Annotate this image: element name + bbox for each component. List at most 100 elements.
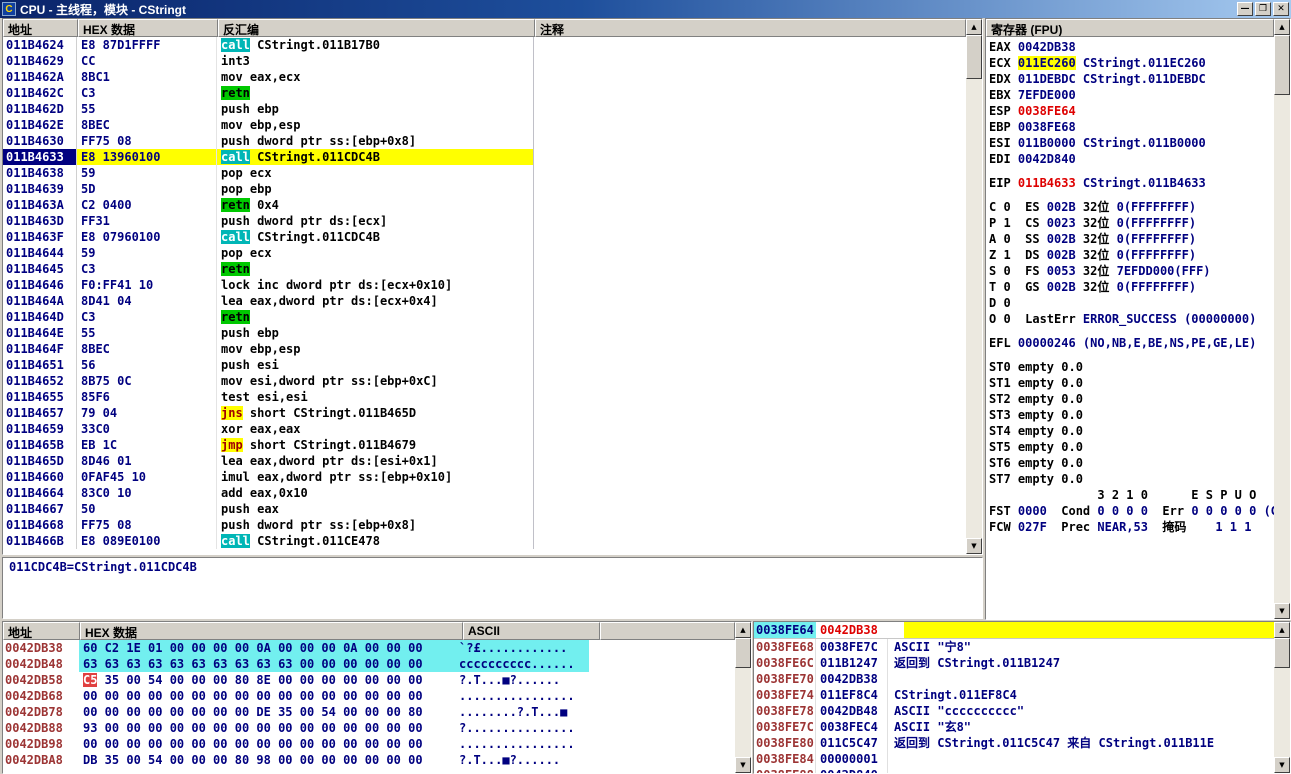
register-line[interactable]: ST6 empty 0.0 — [989, 455, 1274, 471]
disasm-row[interactable]: 011B4668 FF75 08 push dword ptr ss:[ebp+0x… — [3, 517, 966, 533]
dump-row[interactable]: 0042DB98 00 00 00 00 00 00 00 00 00 00 00… — [3, 736, 735, 752]
disasm-row[interactable]: 011B463A C2 0400 retn 0x4 — [3, 197, 966, 213]
scroll-down-icon[interactable]: ▼ — [966, 538, 982, 554]
stack-row[interactable]: 0038FE7C 0038FEC4 ASCII "玄8" — [754, 719, 1274, 735]
scroll-down-icon[interactable]: ▼ — [1274, 603, 1290, 619]
dump-ascii-column-header[interactable]: ASCII — [463, 622, 600, 640]
register-line[interactable]: ST2 empty 0.0 — [989, 391, 1274, 407]
register-line[interactable]: ESI 011B0000 CStringt.011B0000 — [989, 135, 1274, 151]
disassembly-column-header[interactable]: 反汇编 — [218, 19, 535, 37]
register-line[interactable]: ESP 0038FE64 — [989, 103, 1274, 119]
stack-row[interactable]: 0038FE74 011EF8C4 CStringt.011EF8C4 — [754, 687, 1274, 703]
disasm-row[interactable]: 011B4660 0FAF45 10 imul eax,dword ptr ss:[… — [3, 469, 966, 485]
address-column-header[interactable]: 地址 — [3, 19, 78, 37]
disasm-row[interactable]: 011B4659 33C0 xor eax,eax — [3, 421, 966, 437]
disasm-row[interactable]: 011B464E 55 push ebp — [3, 325, 966, 341]
disasm-row[interactable]: 011B4664 83C0 10 add eax,0x10 — [3, 485, 966, 501]
scrollbar-thumb[interactable] — [1274, 638, 1290, 668]
dump-row[interactable]: 0042DBA8 DB 35 00 54 00 00 00 80 98 00 00… — [3, 752, 735, 768]
disasm-row[interactable]: 011B465D 8D46 01 lea eax,dword ptr ds:[esi… — [3, 453, 966, 469]
register-line[interactable]: EDI 0042D840 — [989, 151, 1274, 167]
disasm-row[interactable]: 011B4638 59 pop ecx — [3, 165, 966, 181]
title-bar[interactable]: C CPU - 主线程，模块 - CStringt — ❐ ✕ — [0, 0, 1291, 18]
register-line[interactable]: ST5 empty 0.0 — [989, 439, 1274, 455]
stack-row[interactable]: 0038FE80 011C5C47 返回到 CStringt.011C5C47 来自… — [754, 735, 1274, 751]
register-line[interactable]: T 0 GS 002B 32位 0(FFFFFFFF) — [989, 279, 1274, 295]
minimize-button[interactable]: — — [1237, 2, 1253, 16]
register-line[interactable]: S 0 FS 0053 32位 7EFDD000(FFF) — [989, 263, 1274, 279]
disasm-row[interactable]: 011B462A 8BC1 mov eax,ecx — [3, 69, 966, 85]
disasm-row[interactable]: 011B4646 F0:FF41 10 lock inc dword ptr ds:… — [3, 277, 966, 293]
scroll-down-icon[interactable]: ▼ — [1274, 757, 1290, 773]
disasm-row[interactable]: 011B4630 FF75 08 push dword ptr ss:[ebp+0x… — [3, 133, 966, 149]
register-line[interactable]: FST 0000 Cond 0 0 0 0 Err 0 0 0 0 0 (GT) — [989, 503, 1274, 519]
dump-row[interactable]: 0042DB88 93 00 00 00 00 00 00 00 00 00 00… — [3, 720, 735, 736]
disasm-row[interactable]: 011B4624 E8 87D1FFFF call CStringt.011B17B… — [3, 37, 966, 53]
dump-row[interactable]: 0042DB48 63 63 63 63 63 63 63 63 63 63 00… — [3, 656, 735, 672]
close-button[interactable]: ✕ — [1273, 2, 1289, 16]
hex-column-header[interactable]: HEX 数据 — [78, 19, 218, 37]
disasm-row[interactable]: 011B464D C3 retn — [3, 309, 966, 325]
dump-row[interactable]: 0042DB58 C5 35 00 54 00 00 00 80 8E 00 00… — [3, 672, 735, 688]
dump-scrollbar[interactable]: ▲ ▼ — [735, 622, 751, 773]
scroll-up-icon[interactable]: ▲ — [1274, 19, 1290, 35]
disasm-row[interactable]: 011B4644 59 pop ecx — [3, 245, 966, 261]
register-line[interactable]: ST4 empty 0.0 — [989, 423, 1274, 439]
disasm-row[interactable]: 011B464F 8BEC mov ebp,esp — [3, 341, 966, 357]
disasm-row[interactable]: 011B462E 8BEC mov ebp,esp — [3, 117, 966, 133]
comment-column-header[interactable]: 注释 — [535, 19, 966, 37]
disasm-row[interactable]: 011B4657 79 04 jns short CStringt.011B465D — [3, 405, 966, 421]
dump-address-column-header[interactable]: 地址 — [3, 622, 80, 640]
register-line[interactable]: Z 1 DS 002B 32位 0(FFFFFFFF) — [989, 247, 1274, 263]
register-line[interactable]: ST3 empty 0.0 — [989, 407, 1274, 423]
register-line[interactable]: O 0 LastErr ERROR_SUCCESS (00000000) — [989, 311, 1274, 327]
stack-top-row[interactable]: 0038FE64 0042DB38 — [754, 622, 1274, 639]
disasm-row[interactable]: 011B4652 8B75 0C mov esi,dword ptr ss:[ebp… — [3, 373, 966, 389]
register-line[interactable]: EIP 011B4633 CStringt.011B4633 — [989, 175, 1274, 191]
register-line[interactable]: EAX 0042DB38 — [989, 39, 1274, 55]
scroll-down-icon[interactable]: ▼ — [735, 757, 751, 773]
disasm-row[interactable]: 011B463F E8 07960100 call CStringt.011CDC4… — [3, 229, 966, 245]
register-line[interactable]: A 0 SS 002B 32位 0(FFFFFFFF) — [989, 231, 1274, 247]
disasm-row[interactable]: 011B466B E8 089E0100 call CStringt.011CE47… — [3, 533, 966, 549]
stack-scrollbar[interactable]: ▲ ▼ — [1274, 622, 1290, 773]
scrollbar-thumb[interactable] — [735, 638, 751, 668]
dump-hex-column-header[interactable]: HEX 数据 — [80, 622, 463, 640]
register-line[interactable]: ST0 empty 0.0 — [989, 359, 1274, 375]
scrollbar-thumb[interactable] — [1274, 35, 1290, 95]
scroll-up-icon[interactable]: ▲ — [735, 622, 751, 638]
register-line[interactable]: FCW 027F Prec NEAR,53 掩码 1 1 1 — [989, 519, 1274, 535]
stack-row[interactable]: 0038FE70 0042DB38 — [754, 671, 1274, 687]
scroll-up-icon[interactable]: ▲ — [966, 19, 982, 35]
dump-row[interactable]: 0042DB78 00 00 00 00 00 00 00 00 DE 35 00… — [3, 704, 735, 720]
register-line[interactable]: EBP 0038FE68 — [989, 119, 1274, 135]
disasm-row[interactable]: 011B465B EB 1C jmp short CStringt.011B4679 — [3, 437, 966, 453]
disassembly-scrollbar[interactable]: ▲ ▼ — [966, 19, 982, 554]
register-line[interactable]: EFL 00000246 (NO,NB,E,BE,NS,PE,GE,LE) — [989, 335, 1274, 351]
disasm-row[interactable]: 011B4645 C3 retn — [3, 261, 966, 277]
disasm-row[interactable]: 011B4651 56 push esi — [3, 357, 966, 373]
register-line[interactable]: 3 2 1 0 E S P U O — [989, 487, 1274, 503]
register-line[interactable]: ST7 empty 0.0 — [989, 471, 1274, 487]
disasm-row[interactable]: 011B4667 50 push eax — [3, 501, 966, 517]
disasm-row[interactable]: 011B4633 E8 13960100 call CStringt.011CDC4… — [3, 149, 966, 165]
stack-row[interactable]: 0038FE880042D840 — [754, 767, 1274, 773]
scroll-up-icon[interactable]: ▲ — [1274, 622, 1290, 638]
disasm-row[interactable]: 011B463D FF31 push dword ptr ds:[ecx] — [3, 213, 966, 229]
register-line[interactable]: C 0 ES 002B 32位 0(FFFFFFFF) — [989, 199, 1274, 215]
stack-row[interactable]: 0038FE68 0038FE7C ASCII "宁8" — [754, 639, 1274, 655]
dump-row[interactable]: 0042DB68 00 00 00 00 00 00 00 00 00 00 00… — [3, 688, 735, 704]
disasm-row[interactable]: 011B462C C3 retn — [3, 85, 966, 101]
stack-row[interactable]: 0038FE6C 011B1247 返回到 CStringt.011B1247 — [754, 655, 1274, 671]
register-line[interactable]: EBX 7EFDE000 — [989, 87, 1274, 103]
scrollbar-thumb[interactable] — [966, 35, 982, 79]
stack-row[interactable]: 0038FE78 0042DB48 ASCII "cccccccccc" — [754, 703, 1274, 719]
registers-scrollbar[interactable]: ▲ ▼ — [1274, 19, 1290, 619]
disasm-row[interactable]: 011B4629 CC int3 — [3, 53, 966, 69]
register-line[interactable]: ECX 011EC260 CStringt.011EC260 — [989, 55, 1274, 71]
stack-row[interactable]: 0038FE84 00000001 — [754, 751, 1274, 767]
disasm-row[interactable]: 011B464A 8D41 04 lea eax,dword ptr ds:[ecx… — [3, 293, 966, 309]
register-line[interactable]: P 1 CS 0023 32位 0(FFFFFFFF) — [989, 215, 1274, 231]
dump-row[interactable]: 0042DB38 60 C2 1E 01 00 00 00 00 0A 00 00… — [3, 640, 735, 656]
disasm-row[interactable]: 011B462D 55 push ebp — [3, 101, 966, 117]
